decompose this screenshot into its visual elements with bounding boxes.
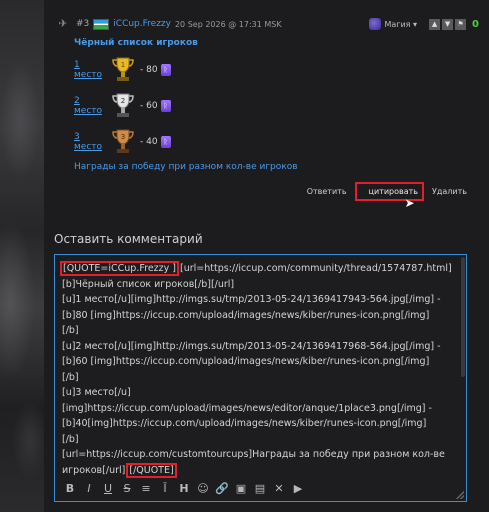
- italic-icon[interactable]: I: [80, 481, 98, 497]
- bold-icon[interactable]: B: [61, 481, 79, 497]
- uzbekistan-flag-icon: [93, 18, 110, 30]
- post-content: Чёрный список игроков 1 место 1 - 80 ᚱ 2…: [74, 38, 298, 172]
- collapse-icon[interactable]: ✕: [270, 481, 288, 497]
- post-header: ✈ #3 iCCup.Frezzy 20 Sep 2026 @ 17:31 MS…: [56, 14, 479, 34]
- heading-icon[interactable]: H: [175, 481, 193, 497]
- resize-grip-icon[interactable]: [456, 491, 464, 499]
- rune-icon: ᚱ: [160, 64, 171, 76]
- magic-label: Магия ▾: [384, 19, 418, 29]
- editor-toolbar: B I U S ≡ Ī H ☺ 🔗 ▣ ▤ ✕ ▶: [61, 481, 308, 497]
- place-points: - 60: [140, 101, 158, 111]
- place-link[interactable]: 2 место: [74, 96, 108, 116]
- thumbs-down-icon[interactable]: ▼: [442, 18, 454, 30]
- place-points: - 40: [140, 137, 158, 147]
- place-row: 3 место 3 - 40 ᚱ: [74, 124, 298, 160]
- blacklist-link[interactable]: Чёрный список игроков: [74, 38, 298, 48]
- youtube-icon[interactable]: ▶: [289, 481, 307, 497]
- thumbs-up-icon[interactable]: ▲: [429, 18, 441, 30]
- underline-icon[interactable]: U: [99, 481, 117, 497]
- comment-textarea[interactable]: [QUOTE=iCCup.Frezzy ] [url=https://iccup…: [60, 261, 460, 478]
- place-row: 2 место 2 - 60 ᚱ: [74, 88, 298, 124]
- rune-icon: ᚱ: [160, 136, 171, 148]
- place-link[interactable]: 1 место: [74, 60, 108, 80]
- hr-icon[interactable]: Ī: [156, 481, 174, 497]
- mouse-cursor-icon: ➤: [404, 196, 415, 210]
- comment-heading: Оставить комментарий: [54, 232, 203, 246]
- rune-icon: ᚱ: [160, 100, 171, 112]
- quote-open-tag: [QUOTE=iCCup.Frezzy ]: [60, 261, 179, 276]
- align-center-icon[interactable]: ≡: [137, 481, 155, 497]
- author-username[interactable]: iCCup.Frezzy: [113, 19, 171, 29]
- prize-link[interactable]: Награды за победу при разном кол-ве игро…: [74, 162, 298, 172]
- comment-body-text: [url=https://iccup.com/community/thread/…: [62, 263, 452, 476]
- place-link[interactable]: 3 место: [74, 132, 108, 152]
- quote-button-label: цитировать: [368, 187, 418, 196]
- media-icon[interactable]: ▤: [251, 481, 269, 497]
- editor-scrollbar[interactable]: [461, 257, 465, 377]
- post-panel: ✈ #3 iCCup.Frezzy 20 Sep 2026 @ 17:31 MS…: [44, 0, 489, 512]
- quote-button[interactable]: цитировать ➤: [354, 182, 424, 210]
- magic-dropdown[interactable]: Магия ▾: [369, 18, 417, 30]
- post-score: 0: [472, 18, 479, 30]
- place-points: - 80: [140, 65, 158, 75]
- silver-trophy-icon: 2: [112, 93, 134, 117]
- bronze-trophy-icon: 3: [112, 129, 134, 153]
- delete-button[interactable]: Удалить: [432, 187, 467, 196]
- comment-editor[interactable]: [QUOTE=iCCup.Frezzy ] [url=https://iccup…: [54, 254, 467, 502]
- report-icon[interactable]: ⚑: [455, 18, 467, 30]
- svg-text:3: 3: [121, 133, 125, 141]
- post-actions: Ответить цитировать ➤ Удалить: [299, 182, 467, 210]
- magic-icon: [369, 18, 382, 30]
- gold-trophy-icon: 1: [112, 57, 134, 81]
- quote-close-tag: [/QUOTE]: [126, 462, 177, 478]
- strikethrough-icon[interactable]: S: [118, 481, 136, 497]
- place-row: 1 место 1 - 80 ᚱ: [74, 52, 298, 88]
- svg-text:1: 1: [121, 61, 125, 69]
- reply-button[interactable]: Ответить: [307, 187, 347, 196]
- post-type-icon: ✈: [58, 17, 68, 30]
- background-art: [0, 0, 44, 512]
- link-icon[interactable]: 🔗: [213, 481, 231, 497]
- post-number: #3: [76, 19, 90, 29]
- post-date: 20 Sep 2026 @ 17:31 MSK: [174, 19, 282, 29]
- emoji-icon[interactable]: ☺: [194, 481, 212, 497]
- image-icon[interactable]: ▣: [232, 481, 250, 497]
- svg-text:2: 2: [121, 97, 125, 105]
